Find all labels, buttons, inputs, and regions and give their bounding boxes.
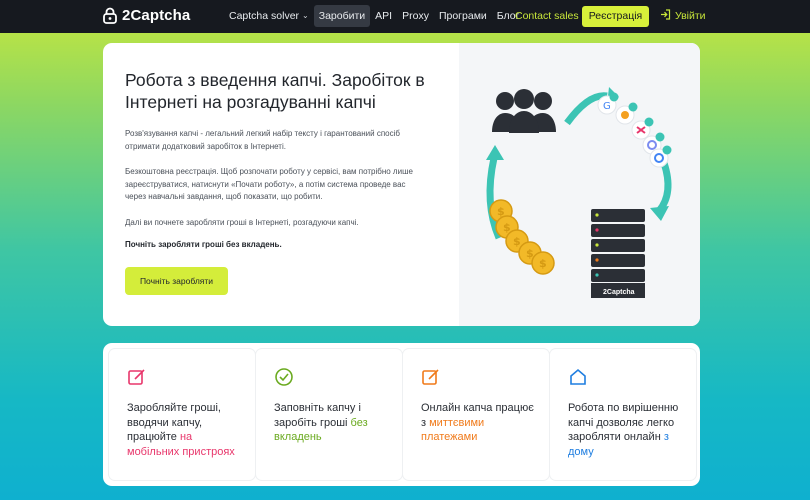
feature-text-main: Заробляйте гроші, вводячи капчу, працюйт…	[127, 402, 221, 443]
contact-sales-link[interactable]: Contact sales	[515, 5, 579, 27]
hero-illustration-panel: G 2Captcha $ $ $ $ $	[459, 43, 700, 326]
server-label: 2Captcha	[603, 289, 635, 296]
feature-card-instant-payments: Онлайн капча працює з миттєвими платежам…	[403, 349, 549, 480]
feature-highlight: миттєвими платежами	[421, 416, 485, 444]
nav-programs[interactable]: Програми	[434, 5, 492, 27]
svg-text:G: G	[603, 101, 611, 112]
chevron-down-icon: ⌄	[302, 11, 309, 20]
top-navbar: 2Captcha Captcha solver ⌄ Заробити API P…	[0, 0, 810, 33]
nav-captcha-solver[interactable]: Captcha solver ⌄	[224, 5, 314, 27]
login-link[interactable]: Увійти	[660, 5, 706, 27]
svg-text:$: $	[513, 235, 521, 248]
server-icon	[591, 209, 645, 298]
nav-captcha-solver-label: Captcha solver	[229, 10, 300, 22]
workers-group-icon	[492, 89, 556, 133]
feature-card-no-investment: Заповніть капчу і заробіть гроші без вкл…	[256, 349, 402, 480]
feature-card-mobile: Заробляйте гроші, вводячи капчу, працюйт…	[109, 349, 255, 480]
start-earning-button[interactable]: Почніть заробляти	[125, 267, 228, 295]
login-label: Увійти	[675, 10, 706, 22]
feature-card-home: Робота по вирішенню капчі дозволяє легко…	[550, 349, 696, 480]
workflow-illustration: G 2Captcha $ $ $ $ $	[486, 87, 672, 298]
captcha-icons-group: G	[597, 92, 672, 168]
nav-proxy[interactable]: Proxy	[397, 5, 434, 27]
register-button[interactable]: Реєстрація	[582, 6, 649, 27]
svg-text:$: $	[503, 221, 511, 234]
edit-icon	[422, 369, 439, 385]
nav-earn[interactable]: Заробити	[313, 5, 371, 27]
lock-logo-icon	[103, 7, 117, 24]
svg-text:$: $	[526, 247, 534, 260]
earn-paragraph: Далі ви почнете заробляти гроші в Інтерн…	[125, 218, 359, 227]
feature-text: Онлайн капча працює з миттєвими платежам…	[421, 401, 539, 445]
home-icon	[570, 368, 586, 385]
hero-card: Робота з введення капчі. Заробіток в Інт…	[103, 43, 700, 326]
svg-text:$: $	[497, 205, 505, 218]
no-investment-paragraph: Почніть заробляти гроші без вкладень.	[125, 240, 282, 249]
page-title: Робота з введення капчі. Заробіток в Інт…	[125, 70, 425, 112]
feature-text-main: Заповніть капчу і заробіть гроші	[274, 402, 361, 429]
edit-icon	[128, 369, 145, 385]
svg-text:$: $	[539, 257, 547, 270]
check-circle-icon	[275, 368, 293, 386]
nav-api[interactable]: API	[370, 5, 397, 27]
feature-text: Заповніть капчу і заробіть гроші без вкл…	[274, 401, 392, 445]
feature-text: Заробляйте гроші, вводячи капчу, працюйт…	[127, 401, 245, 459]
feature-text: Робота по вирішенню капчі дозволяє легко…	[568, 401, 686, 459]
brand-logo[interactable]: 2Captcha	[103, 7, 190, 24]
feature-text-main: Робота по вирішенню капчі дозволяє легко…	[568, 402, 679, 443]
main-nav: Captcha solver ⌄ Заробити API Proxy Прог…	[224, 5, 524, 27]
brand-name: 2Captcha	[122, 7, 191, 24]
intro-paragraph: Розв'язування капчі - легальний легкий н…	[125, 129, 400, 151]
login-icon	[660, 9, 671, 23]
registration-paragraph: Безкоштовна реєстрація. Щоб розпочати ро…	[125, 167, 413, 201]
features-section: Заробляйте гроші, вводячи капчу, працюйт…	[103, 343, 700, 486]
